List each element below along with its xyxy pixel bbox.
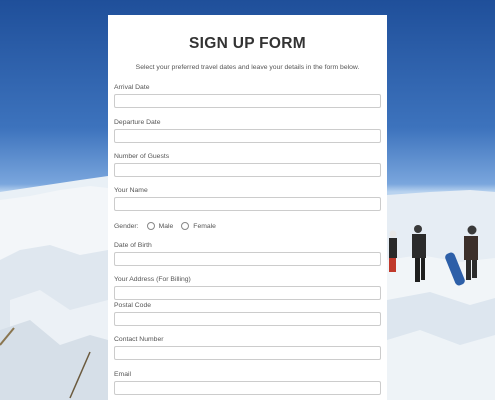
gender-label: Gender: [114, 222, 139, 230]
departure-date-label: Departure Date [114, 119, 161, 126]
address-input[interactable] [114, 286, 381, 300]
date-of-birth-label: Date of Birth [114, 242, 152, 249]
arrival-date-field: Arrival Date [114, 84, 381, 108]
postal-code-input[interactable] [114, 312, 381, 326]
your-name-field: Your Name [114, 187, 381, 211]
date-of-birth-input[interactable] [114, 252, 381, 266]
contact-number-label: Contact Number [114, 336, 164, 343]
form-title: SIGN UP FORM [189, 35, 306, 52]
gender-female-label[interactable]: Female [193, 223, 216, 230]
postal-code-field: Postal Code [114, 302, 381, 326]
gender-row: Gender: Male Female [114, 222, 216, 230]
gender-male-label[interactable]: Male [159, 223, 174, 230]
number-of-guests-field: Number of Guests [114, 153, 381, 177]
contact-number-field: Contact Number [114, 336, 381, 360]
email-field: Email [114, 371, 381, 395]
date-of-birth-field: Date of Birth [114, 242, 381, 266]
arrival-date-label: Arrival Date [114, 84, 150, 91]
your-name-input[interactable] [114, 197, 381, 211]
address-field: Your Address (For Billing) [114, 276, 381, 300]
arrival-date-input[interactable] [114, 94, 381, 108]
postal-code-label: Postal Code [114, 302, 152, 309]
gender-male-radio[interactable] [146, 222, 155, 230]
email-label: Email [114, 371, 131, 378]
address-label: Your Address (For Billing) [114, 276, 191, 283]
form-description: Select your preferred travel dates and l… [135, 64, 360, 71]
number-of-guests-label: Number of Guests [114, 153, 170, 160]
your-name-label: Your Name [114, 187, 148, 194]
signup-form-card: SIGN UP FORM Select your preferred trave… [108, 15, 387, 400]
gender-female-radio[interactable] [181, 222, 190, 230]
departure-date-field: Departure Date [114, 119, 381, 143]
contact-number-input[interactable] [114, 346, 381, 360]
email-input[interactable] [114, 381, 381, 395]
number-of-guests-input[interactable] [114, 163, 381, 177]
departure-date-input[interactable] [114, 129, 381, 143]
